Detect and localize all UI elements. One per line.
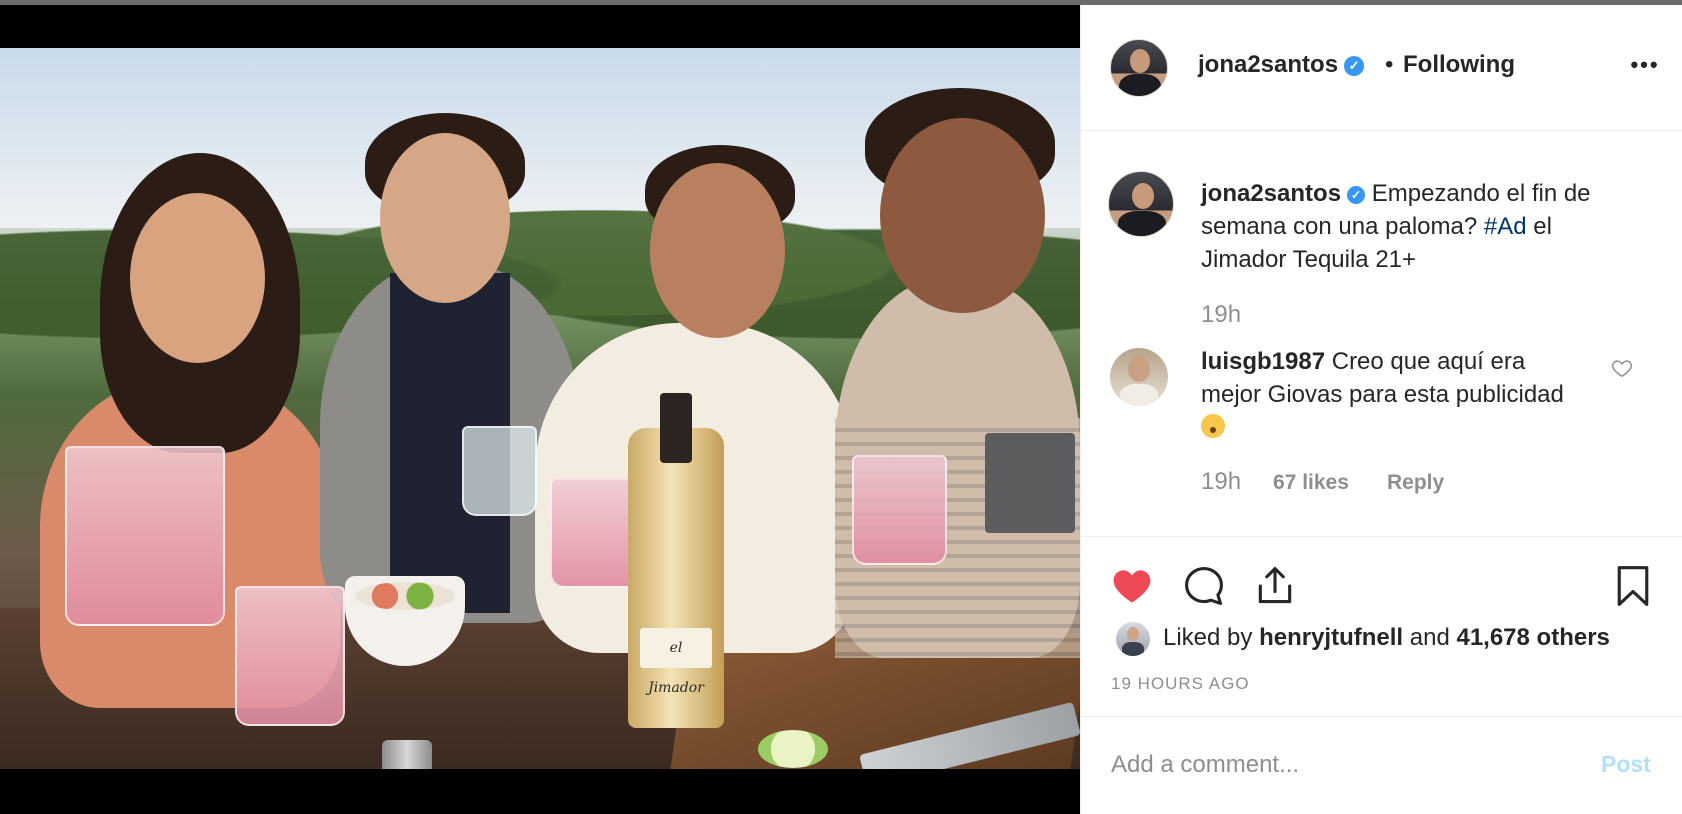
liked-by-avatar[interactable] [1116,622,1150,656]
bottle-label: el Jimador [640,628,712,696]
post-comment-button[interactable]: Post [1601,751,1651,778]
photo-lime [758,730,828,768]
shushing-face-emoji-icon [1201,414,1225,438]
hashtag-link[interactable]: #Ad [1484,213,1527,240]
caption-username-link[interactable]: jona2santos [1201,180,1341,207]
post-photo[interactable]: el Jimador [0,48,1080,769]
author-username-link[interactable]: jona2santos ✓ [1198,51,1365,79]
photo-glass [462,426,537,516]
author-username: jona2santos [1198,51,1339,78]
post-caption: jona2santos ✓ Empezando el fin de semana … [1201,177,1641,276]
photo-glass [65,446,225,626]
share-upload-icon[interactable] [1253,564,1297,608]
commenter-username-link[interactable]: luisgb1987 [1201,348,1325,375]
comment-bubble-icon[interactable] [1182,564,1226,608]
post-timestamp[interactable]: 19 HOURS AGO [1111,674,1250,694]
photo-jigger [382,740,432,769]
liked-by-others-link[interactable]: 41,678 others [1456,624,1609,651]
reply-button[interactable]: Reply [1387,471,1444,495]
caption-author-avatar[interactable] [1108,171,1174,237]
more-options-icon[interactable]: ••• [1627,53,1663,77]
verified-badge-icon: ✓ [1347,185,1366,204]
comment-meta: 19h 67 likes Reply [1201,468,1444,496]
comment-like-heart-icon[interactable] [1611,357,1633,379]
bookmark-icon[interactable] [1611,564,1655,608]
post-actions: Liked by henryjtufnell and 41,678 others… [1081,537,1682,717]
photo-tequila-bottle: el Jimador [628,393,724,728]
caption-timestamp[interactable]: 19h [1201,301,1241,329]
commenter-avatar[interactable] [1110,348,1168,406]
comments-section: jona2santos ✓ Empezando el fin de semana … [1081,131,1682,537]
add-comment-bar: Post [1081,717,1682,814]
post-media: el Jimador [0,5,1080,814]
liked-by-mid: and [1403,624,1457,651]
comment-likes-count[interactable]: 67 likes [1273,471,1349,495]
photo-glass [235,586,345,726]
post-header: jona2santos ✓ • Following ••• [1081,5,1682,131]
comment-body: luisgb1987 Creo que aquí era mejor Giova… [1201,345,1581,444]
liked-by-user-link[interactable]: henryjtufnell [1259,624,1403,651]
photo-glass [852,455,947,565]
post-sidebar: jona2santos ✓ • Following ••• jona2santos… [1080,5,1682,814]
comment-timestamp[interactable]: 19h [1201,468,1241,496]
verified-badge-icon: ✓ [1344,55,1365,76]
author-avatar[interactable] [1110,39,1168,97]
liked-by-prefix: Liked by [1163,624,1260,651]
following-button[interactable]: Following [1403,51,1515,79]
liked-by-summary: Liked by henryjtufnell and 41,678 others [1163,624,1610,652]
heart-filled-icon[interactable] [1110,564,1154,608]
comment-input[interactable] [1111,745,1551,785]
header-separator: • [1385,51,1394,78]
